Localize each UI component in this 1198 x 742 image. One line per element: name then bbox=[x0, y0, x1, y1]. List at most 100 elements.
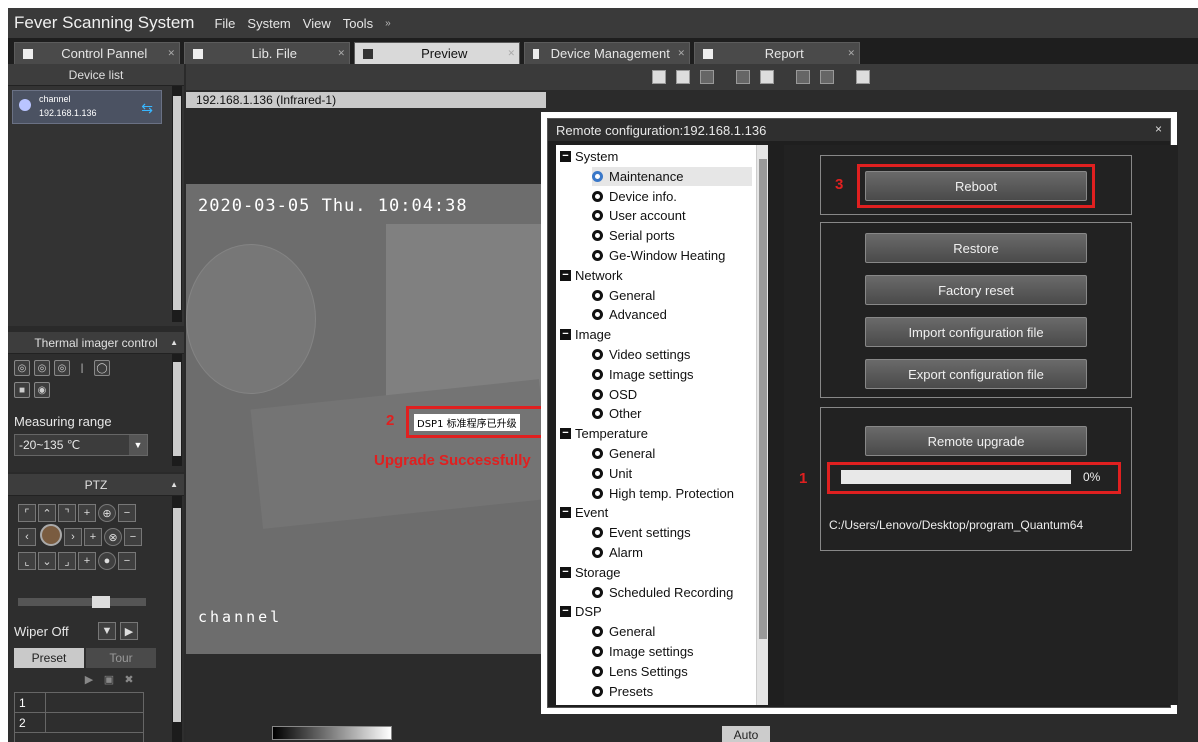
scrollbar-thumb[interactable] bbox=[173, 96, 181, 310]
ptz-up-right-button[interactable]: ⌝ bbox=[58, 504, 76, 522]
collapse-icon[interactable]: − bbox=[560, 606, 571, 618]
tree-group-storage[interactable]: − Storage bbox=[560, 563, 621, 582]
target-icon[interactable]: ◎ bbox=[34, 360, 50, 376]
ptz-up-button[interactable]: ⌃ bbox=[38, 504, 56, 522]
focus-minus-button[interactable]: − bbox=[124, 528, 142, 546]
ptz-header[interactable]: PTZ ▲ bbox=[8, 474, 184, 496]
collapse-icon[interactable]: − bbox=[560, 428, 571, 440]
menu-tools[interactable]: Tools bbox=[343, 16, 373, 31]
tree-group-dsp[interactable]: − DSP bbox=[560, 602, 602, 621]
tree-item-serial-ports[interactable]: Serial ports bbox=[592, 226, 675, 245]
layout-icon[interactable] bbox=[796, 70, 810, 84]
scrollbar-thumb[interactable] bbox=[759, 159, 767, 639]
tree-item-high-temp-protection[interactable]: High temp. Protection bbox=[592, 484, 734, 503]
ptz-up-left-button[interactable]: ⌜ bbox=[18, 504, 36, 522]
tree-item-presets[interactable]: Presets bbox=[592, 682, 653, 701]
tree-item-lens-settings[interactable]: Lens Settings bbox=[592, 662, 688, 681]
close-icon[interactable]: ✕ bbox=[677, 48, 685, 59]
tree-item-image-settings[interactable]: Image settings bbox=[592, 642, 694, 661]
tree-group-event[interactable]: − Event bbox=[560, 503, 608, 522]
target-icon[interactable]: ◎ bbox=[14, 360, 30, 376]
device-list-scrollbar[interactable] bbox=[172, 86, 182, 322]
tab-preview[interactable]: Preview ✕ bbox=[354, 42, 520, 64]
play-icon[interactable]: ▶ bbox=[80, 670, 98, 688]
ptz-scrollbar[interactable] bbox=[172, 496, 182, 742]
tree-scrollbar[interactable] bbox=[756, 145, 768, 705]
ptz-right-button[interactable]: › bbox=[64, 528, 82, 546]
ptz-down-button[interactable]: ⌄ bbox=[38, 552, 56, 570]
menu-view[interactable]: View bbox=[303, 16, 331, 31]
focus-icon[interactable]: ⊗ bbox=[104, 528, 122, 546]
shield-icon[interactable]: ■ bbox=[14, 382, 30, 398]
iris-icon[interactable]: ● bbox=[98, 552, 116, 570]
reboot-button[interactable]: Reboot bbox=[865, 171, 1087, 201]
measuring-range-select[interactable]: -20~135 ℃ ▼ bbox=[14, 434, 148, 456]
close-icon[interactable]: ✕ bbox=[847, 48, 855, 59]
close-icon[interactable]: ✕ bbox=[507, 48, 515, 59]
focus-plus-button[interactable]: + bbox=[84, 528, 102, 546]
tree-group-system[interactable]: − System bbox=[560, 147, 618, 166]
tree-item-scheduled-recording[interactable]: Scheduled Recording bbox=[592, 583, 733, 602]
tree-item-other[interactable]: Other bbox=[592, 404, 642, 423]
menu-system[interactable]: System bbox=[247, 16, 290, 31]
tree-item-general[interactable]: General bbox=[592, 622, 655, 641]
thermal-scrollbar[interactable] bbox=[172, 354, 182, 466]
zoom-icon[interactable]: ⊕ bbox=[98, 504, 116, 522]
tree-group-network[interactable]: − Network bbox=[560, 266, 623, 285]
tree-item-alarm[interactable]: Alarm bbox=[592, 543, 643, 562]
delete-icon[interactable]: ✖ bbox=[120, 670, 138, 688]
draw-icon[interactable] bbox=[760, 70, 774, 84]
ptz-center-button[interactable] bbox=[40, 524, 62, 546]
tab-preset[interactable]: Preset bbox=[14, 648, 84, 668]
tree-item-event-settings[interactable]: Event settings bbox=[592, 523, 691, 542]
chevron-down-icon[interactable]: ▼ bbox=[98, 622, 116, 640]
chevron-down-icon[interactable]: ▼ bbox=[129, 435, 147, 455]
pointer-icon[interactable] bbox=[652, 70, 666, 84]
tree-item-device-info[interactable]: Device info. bbox=[592, 187, 677, 206]
table-row[interactable]: 1 bbox=[15, 693, 143, 713]
snapshot-icon[interactable] bbox=[736, 70, 750, 84]
settings-icon[interactable]: ◉ bbox=[34, 382, 50, 398]
tab-control-pannel[interactable]: Control Pannel ✕ bbox=[14, 42, 180, 64]
slider-thumb[interactable] bbox=[92, 596, 110, 608]
rectangle-icon[interactable] bbox=[700, 70, 714, 84]
tab-device-management[interactable]: Device Management ✕ bbox=[524, 42, 690, 64]
scrollbar-thumb[interactable] bbox=[173, 508, 181, 722]
tree-item-maintenance[interactable]: Maintenance bbox=[592, 166, 752, 186]
restore-button[interactable]: Restore bbox=[865, 233, 1087, 263]
link-icon[interactable]: ⇆ bbox=[141, 100, 153, 117]
tree-item-unit[interactable]: Unit bbox=[592, 464, 632, 483]
import-config-button[interactable]: Import configuration file bbox=[865, 317, 1087, 347]
thermal-control-header[interactable]: Thermal imager control ▲ bbox=[8, 332, 184, 354]
target-icon[interactable] bbox=[676, 70, 690, 84]
collapse-icon[interactable]: − bbox=[560, 269, 571, 281]
collapse-icon[interactable]: − bbox=[560, 151, 571, 162]
play-icon[interactable]: ▶ bbox=[120, 622, 138, 640]
tree-item-osd[interactable]: OSD bbox=[592, 385, 637, 404]
table-row[interactable]: 2 bbox=[15, 713, 143, 733]
iris-plus-button[interactable]: + bbox=[78, 552, 96, 570]
speed-slider[interactable] bbox=[18, 596, 146, 608]
close-icon[interactable]: ✕ bbox=[167, 48, 175, 59]
palette-gradient[interactable] bbox=[272, 726, 392, 740]
collapse-icon[interactable]: ▲ bbox=[170, 480, 178, 489]
collapse-icon[interactable]: − bbox=[560, 507, 571, 519]
fullscreen-icon[interactable] bbox=[820, 70, 834, 84]
factory-reset-button[interactable]: Factory reset bbox=[865, 275, 1087, 305]
refresh-icon[interactable]: ◯ bbox=[94, 360, 110, 376]
zoom-plus-button[interactable]: + bbox=[78, 504, 96, 522]
ptz-down-left-button[interactable]: ⌞ bbox=[18, 552, 36, 570]
collapse-icon[interactable]: ▲ bbox=[170, 338, 178, 347]
close-icon[interactable]: × bbox=[1155, 122, 1162, 136]
menu-more-icon[interactable]: » bbox=[385, 18, 391, 29]
remote-upgrade-button[interactable]: Remote upgrade bbox=[865, 426, 1087, 456]
scrollbar-thumb[interactable] bbox=[173, 362, 181, 456]
tree-item-advanced[interactable]: Advanced bbox=[592, 305, 667, 324]
tab-tour[interactable]: Tour bbox=[86, 648, 156, 668]
ptz-down-right-button[interactable]: ⌟ bbox=[58, 552, 76, 570]
collapse-icon[interactable]: − bbox=[560, 566, 571, 578]
tab-lib-file[interactable]: Lib. File ✕ bbox=[184, 42, 350, 64]
tree-group-image[interactable]: − Image bbox=[560, 325, 611, 344]
edit-icon[interactable]: ▣ bbox=[100, 670, 118, 688]
tree-group-temperature[interactable]: − Temperature bbox=[560, 424, 648, 443]
